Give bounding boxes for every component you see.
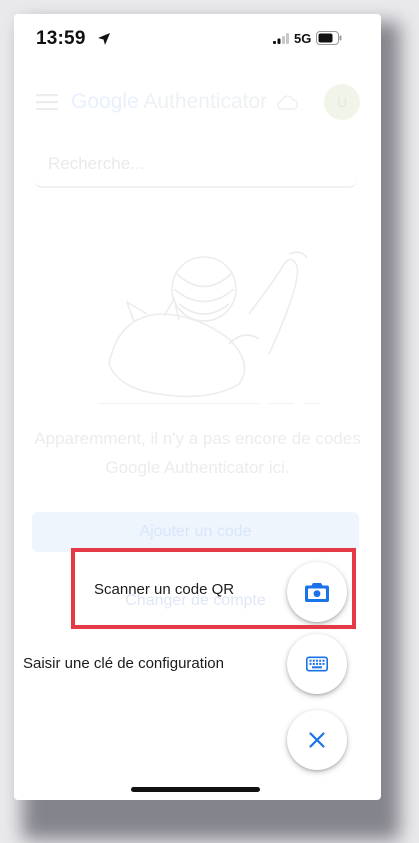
enter-setup-key-button[interactable] — [287, 634, 347, 694]
home-indicator[interactable] — [131, 787, 260, 792]
add-code-button: Ajouter un code — [32, 512, 359, 552]
menu-icon — [36, 94, 58, 110]
empty-state-message: Apparemment, il n'y a pas encore de code… — [34, 429, 361, 477]
app-title: Google Authenticator — [71, 90, 267, 114]
camera-icon — [305, 583, 329, 602]
scan-qr-label[interactable]: Scanner un code QR — [94, 581, 234, 598]
search-field: Recherche... — [34, 140, 357, 188]
app-title-google: Google — [71, 90, 139, 113]
keyboard-icon — [306, 656, 328, 672]
app-title-product: Authenticator — [138, 90, 268, 113]
close-icon — [309, 732, 325, 748]
enter-setup-key-label[interactable]: Saisir une clé de configuration — [23, 655, 224, 672]
cat-yarn-illustration — [99, 251, 319, 404]
avatar: U — [324, 84, 360, 120]
phone-screen: 13:59 5G Google Authenticator U Recherch… — [14, 14, 381, 800]
search-placeholder: Recherche... — [48, 154, 145, 173]
close-menu-button[interactable] — [287, 710, 347, 770]
cloud-check-icon — [276, 95, 298, 110]
scan-qr-button[interactable] — [287, 562, 347, 622]
